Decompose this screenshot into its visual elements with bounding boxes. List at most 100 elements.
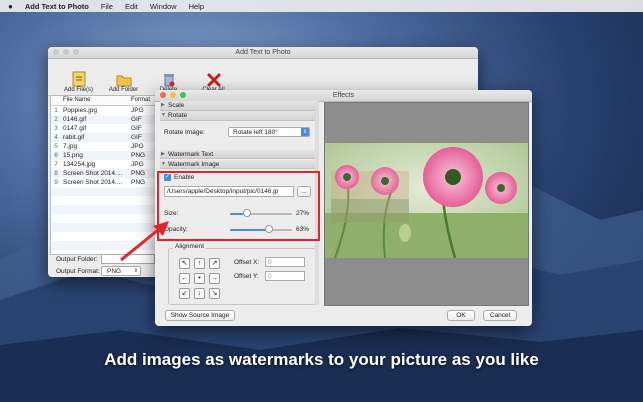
- file-row-index: 4: [54, 134, 58, 141]
- menu-window[interactable]: Window: [150, 2, 177, 11]
- file-row[interactable]: 2 0146.gif GIF: [51, 115, 155, 124]
- main-titlebar: Add Text to Photo: [48, 47, 478, 59]
- file-row-format: GIF: [131, 125, 142, 132]
- rotate-select[interactable]: Rotate left 180° ⇕: [228, 127, 310, 137]
- effects-zoom-light[interactable]: [180, 92, 186, 98]
- file-row-index: 1: [54, 107, 58, 114]
- empty-row: [51, 187, 155, 196]
- chevron-updown-icon: ⇕: [133, 268, 138, 274]
- add-folder-label: Add Folder: [108, 87, 139, 93]
- file-list-header: File Name Format: [51, 96, 155, 106]
- file-row[interactable]: 3 0147.gif GIF: [51, 124, 155, 133]
- file-row-name: 134254.jpg: [63, 161, 96, 168]
- highlight-box: [157, 171, 320, 241]
- add-folder-icon: [116, 75, 131, 87]
- output-format-label: Output Format:: [56, 268, 100, 275]
- menu-bar: ● Add Text to Photo File Edit Window Hel…: [0, 0, 643, 12]
- file-row-index: 7: [54, 161, 58, 168]
- empty-row: [51, 205, 155, 214]
- align-button-4[interactable]: •: [194, 273, 205, 284]
- cancel-button[interactable]: Cancel: [483, 310, 517, 321]
- section-watermark-text[interactable]: Watermark Text: [160, 150, 319, 159]
- file-row[interactable]: 5 7.jpg JPG: [51, 142, 155, 151]
- main-window-title: Add Text to Photo: [235, 49, 291, 56]
- zoom-light[interactable]: [73, 49, 79, 55]
- file-row-index: 2: [54, 116, 58, 123]
- empty-row: [51, 196, 155, 205]
- align-button-5[interactable]: →: [209, 273, 220, 284]
- file-row-name: Screen Shot 2014....: [63, 179, 123, 186]
- menu-file[interactable]: File: [101, 2, 113, 11]
- file-row[interactable]: 6 15.png PNG: [51, 151, 155, 160]
- header-format[interactable]: Format: [131, 96, 153, 105]
- file-row-index: 6: [54, 152, 58, 159]
- file-row-format: JPG: [131, 161, 144, 168]
- file-row[interactable]: 9 Screen Shot 2014.... PNG: [51, 178, 155, 187]
- ok-button[interactable]: OK: [447, 310, 475, 321]
- align-button-1[interactable]: ↑: [194, 258, 205, 269]
- delete-icon: [163, 74, 174, 87]
- file-row[interactable]: 4 rabit.gif GIF: [51, 133, 155, 142]
- preview-panel: [324, 102, 529, 306]
- menu-app-name[interactable]: Add Text to Photo: [25, 2, 89, 11]
- menu-help[interactable]: Help: [189, 2, 204, 11]
- chevron-updown-icon: ⇕: [301, 128, 309, 136]
- apple-icon[interactable]: ●: [8, 2, 13, 11]
- file-row-index: 3: [54, 125, 58, 132]
- file-row-name: 0146.gif: [63, 116, 87, 123]
- output-folder-label: Output Folder:: [56, 256, 98, 263]
- preview-image: [325, 143, 528, 258]
- output-format-value: PNG: [107, 268, 122, 275]
- caption: Add images as watermarks to your picture…: [104, 350, 539, 369]
- rotate-image-label: Rotate Image:: [164, 129, 205, 136]
- offset-x-label: Offset X:: [234, 259, 260, 266]
- file-row-format: PNG: [131, 179, 146, 186]
- section-rotate[interactable]: Rotate: [160, 111, 319, 121]
- effects-close-light[interactable]: [160, 92, 166, 98]
- file-row-format: GIF: [131, 116, 142, 123]
- clear-all-icon: [207, 73, 220, 87]
- section-watermark-image[interactable]: Watermark Image: [160, 160, 319, 169]
- file-row[interactable]: 7 134254.jpg JPG: [51, 160, 155, 169]
- align-button-7[interactable]: ↓: [194, 288, 205, 299]
- section-scale[interactable]: Scale: [160, 101, 319, 111]
- file-row[interactable]: 1 Poppies.jpg JPG: [51, 106, 155, 115]
- file-row-name: Poppies.jpg: [63, 107, 97, 114]
- menu-edit[interactable]: Edit: [125, 2, 138, 11]
- add-files-button[interactable]: Add File(s): [56, 59, 101, 95]
- file-row-name: 15.png: [63, 152, 83, 159]
- file-row-format: GIF: [131, 134, 142, 141]
- file-row-format: JPG: [131, 143, 144, 150]
- offset-y-label: Offset Y:: [234, 273, 259, 280]
- align-button-8[interactable]: ↘: [209, 288, 220, 299]
- align-button-0[interactable]: ↖: [179, 258, 190, 269]
- minimize-light[interactable]: [63, 49, 69, 55]
- align-button-3[interactable]: ←: [179, 273, 190, 284]
- effects-window-title: Effects: [332, 92, 355, 99]
- add-folder-button[interactable]: Add Folder: [101, 59, 146, 95]
- align-button-2[interactable]: ↗: [209, 258, 220, 269]
- file-row[interactable]: 8 Screen Shot 2014.... PNG: [51, 169, 155, 178]
- alignment-group: Alignment ↖ ↑ ↗ ← • → ↙ ↓ ↘ Offset X: 0 Offset Y…: [168, 243, 316, 305]
- file-row-format: PNG: [131, 170, 146, 177]
- file-row-index: 8: [54, 170, 58, 177]
- rotate-value: Rotate left 180°: [233, 129, 278, 136]
- close-light[interactable]: [53, 49, 59, 55]
- offset-x-field[interactable]: 0: [265, 257, 305, 267]
- file-row-index: 9: [54, 179, 58, 186]
- file-row-index: 5: [54, 143, 58, 150]
- alignment-grid: ↖ ↑ ↗ ← • → ↙ ↓ ↘: [179, 258, 220, 299]
- align-button-6[interactable]: ↙: [179, 288, 190, 299]
- show-source-image-button[interactable]: Show Source Image: [165, 310, 235, 321]
- file-row-name: 0147.gif: [63, 125, 87, 132]
- alignment-label: Alignment: [173, 243, 206, 250]
- file-row-name: rabit.gif: [63, 134, 85, 141]
- header-file-name[interactable]: File Name: [61, 96, 131, 105]
- add-file-icon: [72, 71, 85, 87]
- add-files-label: Add File(s): [63, 87, 93, 93]
- offset-y-field[interactable]: 0: [265, 271, 305, 281]
- pointer-arrow-icon: [120, 221, 169, 262]
- file-row-format: JPG: [131, 107, 144, 114]
- file-row-name: Screen Shot 2014....: [63, 170, 123, 177]
- effects-minimize-light[interactable]: [170, 92, 176, 98]
